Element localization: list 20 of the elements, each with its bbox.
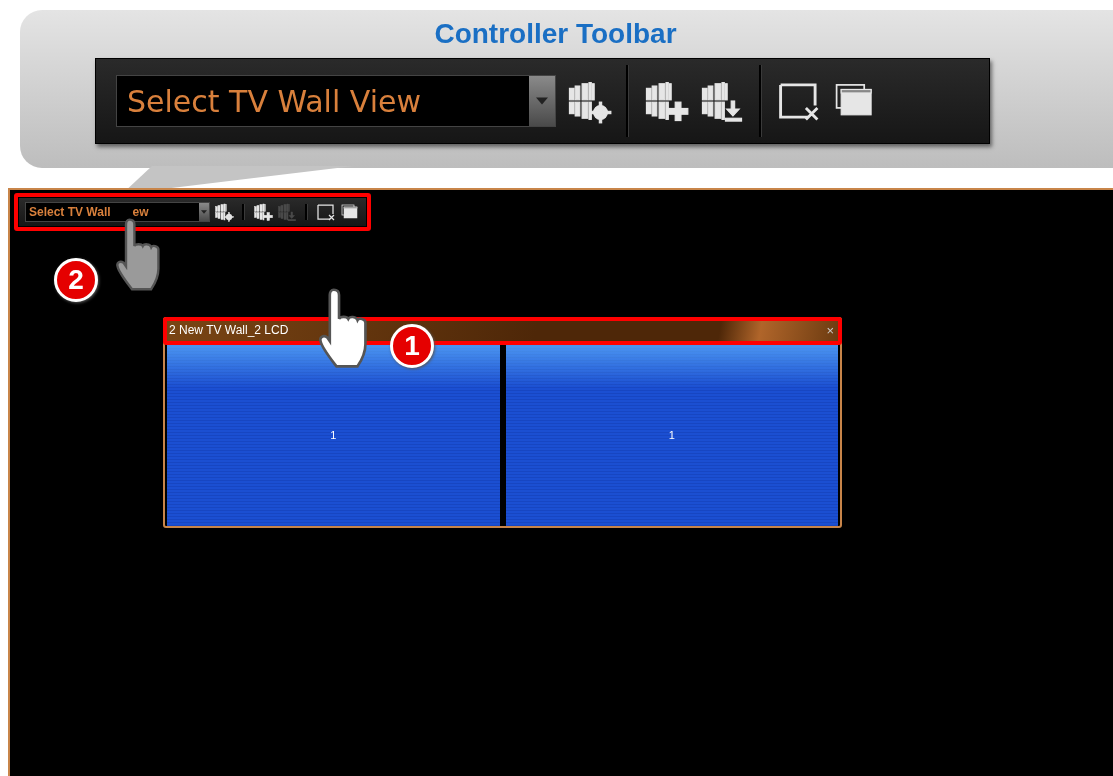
- wall-gear-icon[interactable]: [214, 202, 234, 222]
- caret-icon: [201, 210, 207, 214]
- step-number-badge: 2: [54, 258, 98, 302]
- close-window-icon[interactable]: [316, 202, 336, 222]
- dropdown-value: ew: [132, 205, 149, 219]
- close-button[interactable]: ×: [826, 322, 834, 338]
- callout-title: Controller Toolbar: [434, 18, 677, 50]
- view-dropdown[interactable]: Select TV Wall ew: [25, 202, 210, 222]
- screen-number: 1: [330, 428, 337, 441]
- dropdown-arrow-button[interactable]: [529, 76, 555, 126]
- caret-icon: [536, 97, 548, 105]
- window-title: 2 New TV Wall_2 LCD: [169, 323, 289, 337]
- dropdown-value: Select TV Wall View: [127, 83, 421, 119]
- screen-number: 1: [668, 428, 675, 441]
- lcd-screen-panel[interactable]: 1: [505, 343, 838, 526]
- view-dropdown[interactable]: Select TV Wall View: [116, 75, 556, 127]
- stacked-windows-icon[interactable]: [340, 202, 360, 222]
- dropdown-value: Select TV Wall: [29, 205, 111, 219]
- wall-plus-icon[interactable]: [253, 202, 273, 222]
- dropdown-arrow-button[interactable]: [199, 203, 209, 221]
